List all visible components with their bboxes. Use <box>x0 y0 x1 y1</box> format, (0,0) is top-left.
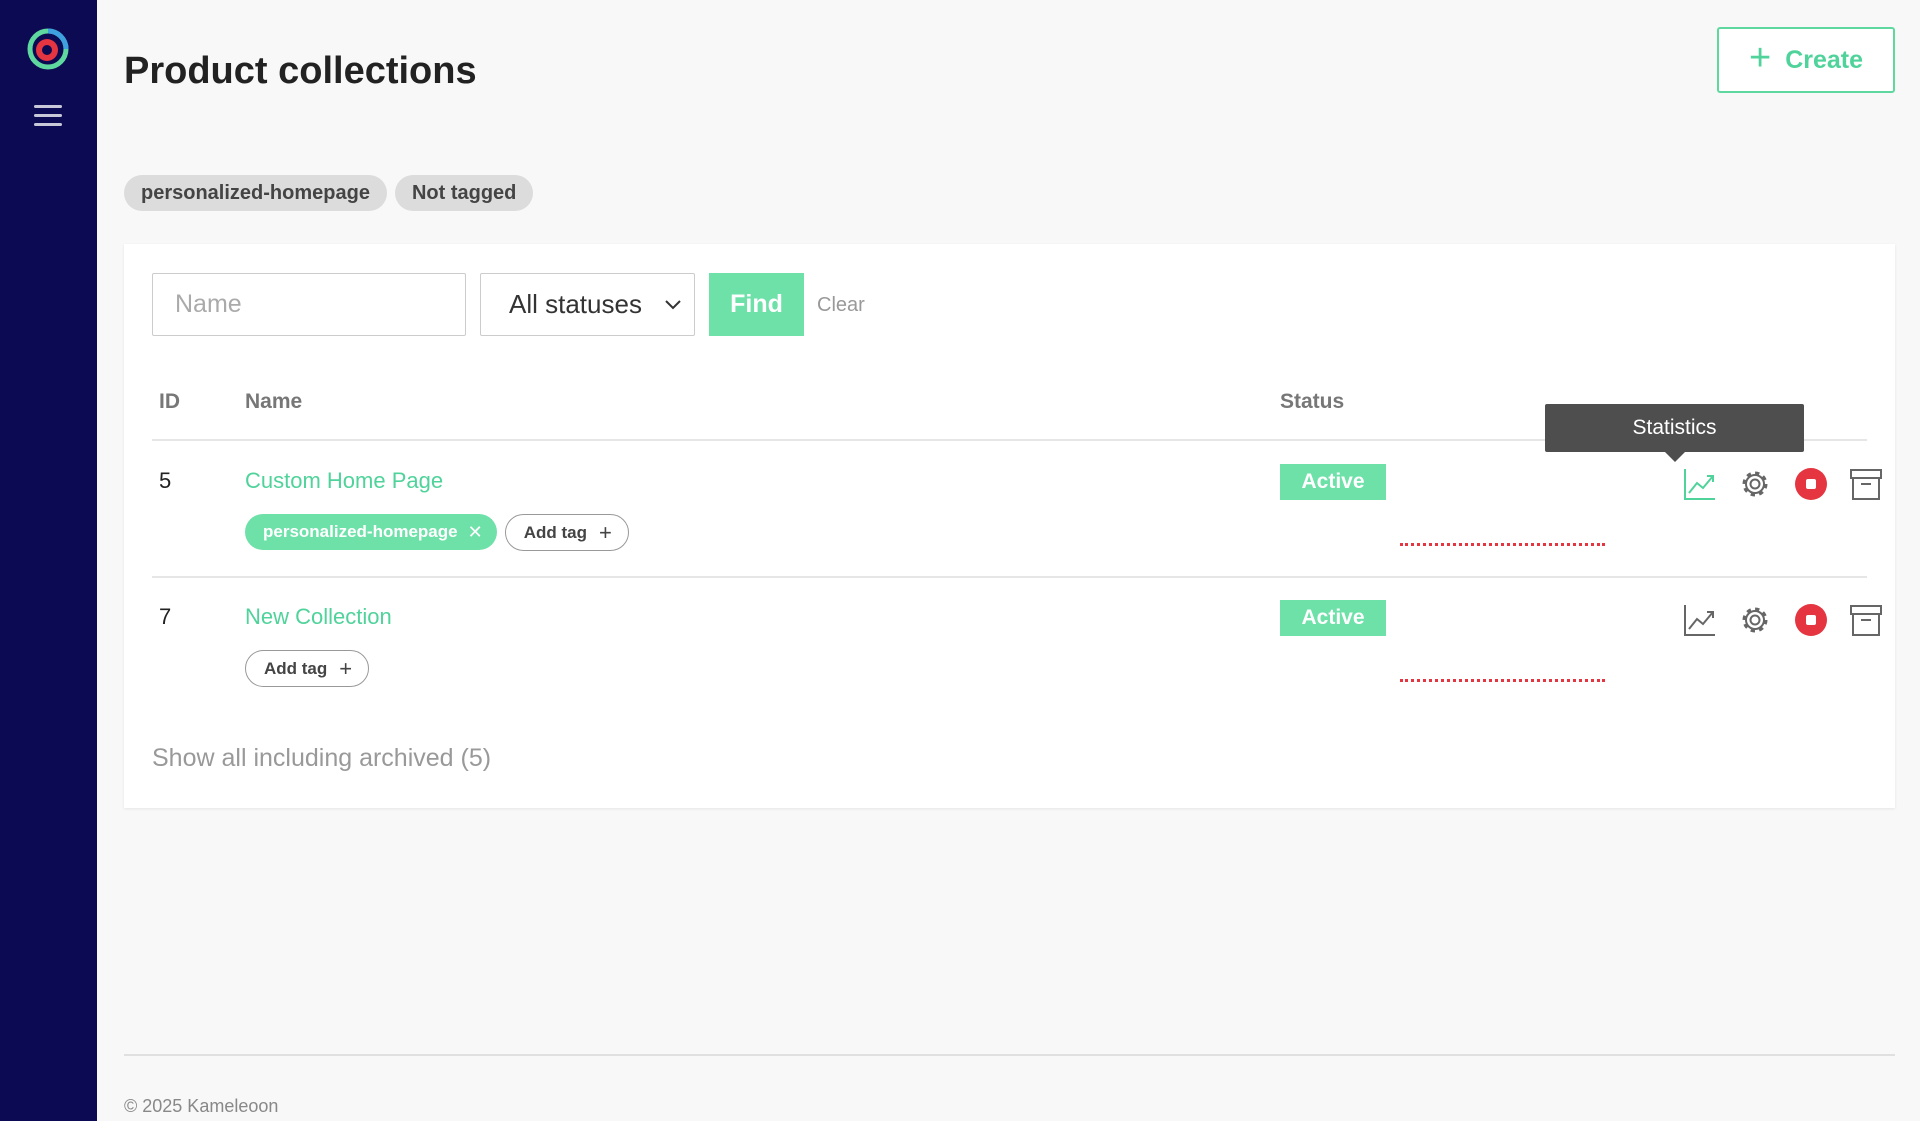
status-badge: Active <box>1280 600 1386 636</box>
stop-icon[interactable] <box>1793 466 1829 502</box>
archive-icon[interactable] <box>1848 602 1884 638</box>
plus-icon: + <box>598 519 612 545</box>
row-tags: Add tag + <box>245 650 370 687</box>
add-tag-button[interactable]: Add tag + <box>245 650 370 687</box>
tag-filter-list: personalized-homepage Not tagged <box>124 175 534 211</box>
tag-pill-label: personalized-homepage <box>263 522 458 541</box>
tag-pill: personalized-homepage ✕ <box>245 514 497 550</box>
collections-card: All statuses Find Clear ID Name Status 5… <box>124 244 1895 808</box>
column-header-id: ID <box>159 390 180 413</box>
row-tags: personalized-homepage ✕ Add tag + <box>245 514 629 551</box>
hamburger-menu-icon[interactable] <box>34 105 62 129</box>
column-header-name: Name <box>245 390 303 413</box>
filter-tag-personalized-homepage[interactable]: personalized-homepage <box>124 175 387 211</box>
filter-tag-not-tagged[interactable]: Not tagged <box>394 175 534 211</box>
table-row: 7 New Collection Add tag + Active <box>152 578 1882 712</box>
plus-icon: + <box>339 655 353 681</box>
statistics-icon[interactable] <box>1682 602 1718 638</box>
settings-gear-icon[interactable] <box>1737 602 1773 638</box>
statistics-tooltip: Statistics <box>1545 404 1804 462</box>
remove-tag-icon[interactable]: ✕ <box>468 522 483 543</box>
plus-icon: + <box>1748 37 1772 79</box>
kameleoon-logo-icon[interactable] <box>26 26 70 70</box>
stop-icon[interactable] <box>1793 602 1829 638</box>
name-search-input[interactable] <box>152 273 466 336</box>
row-name-link[interactable]: Custom Home Page <box>245 468 443 494</box>
show-all-archived-link[interactable]: Show all including archived (5) <box>152 744 491 773</box>
statistics-icon[interactable] <box>1682 466 1718 502</box>
footer-copyright: © 2025 Kameleoon <box>124 1096 279 1116</box>
footer-divider <box>124 1054 1895 1056</box>
add-tag-label: Add tag <box>264 658 328 678</box>
clear-link[interactable]: Clear <box>817 294 865 317</box>
table-row: 5 Custom Home Page personalized-homepage… <box>152 442 1882 576</box>
create-button-label: Create <box>1785 45 1864 74</box>
sidebar <box>0 0 97 1121</box>
column-header-status: Status <box>1280 390 1345 413</box>
add-tag-label: Add tag <box>523 522 587 542</box>
status-select-value: All statuses <box>509 289 642 319</box>
row-name-link[interactable]: New Collection <box>245 604 392 630</box>
row-id: 5 <box>159 468 172 493</box>
dotted-underline <box>1400 679 1605 682</box>
dotted-underline <box>1400 543 1605 546</box>
status-badge: Active <box>1280 464 1386 500</box>
chevron-down-icon <box>665 299 681 309</box>
add-tag-button[interactable]: Add tag + <box>504 514 629 551</box>
create-button[interactable]: + Create <box>1717 27 1895 93</box>
find-button[interactable]: Find <box>709 273 804 336</box>
row-id: 7 <box>159 604 172 629</box>
status-select[interactable]: All statuses <box>480 273 695 336</box>
settings-gear-icon[interactable] <box>1737 466 1773 502</box>
page-title: Product collections <box>124 50 477 92</box>
archive-icon[interactable] <box>1848 466 1884 502</box>
